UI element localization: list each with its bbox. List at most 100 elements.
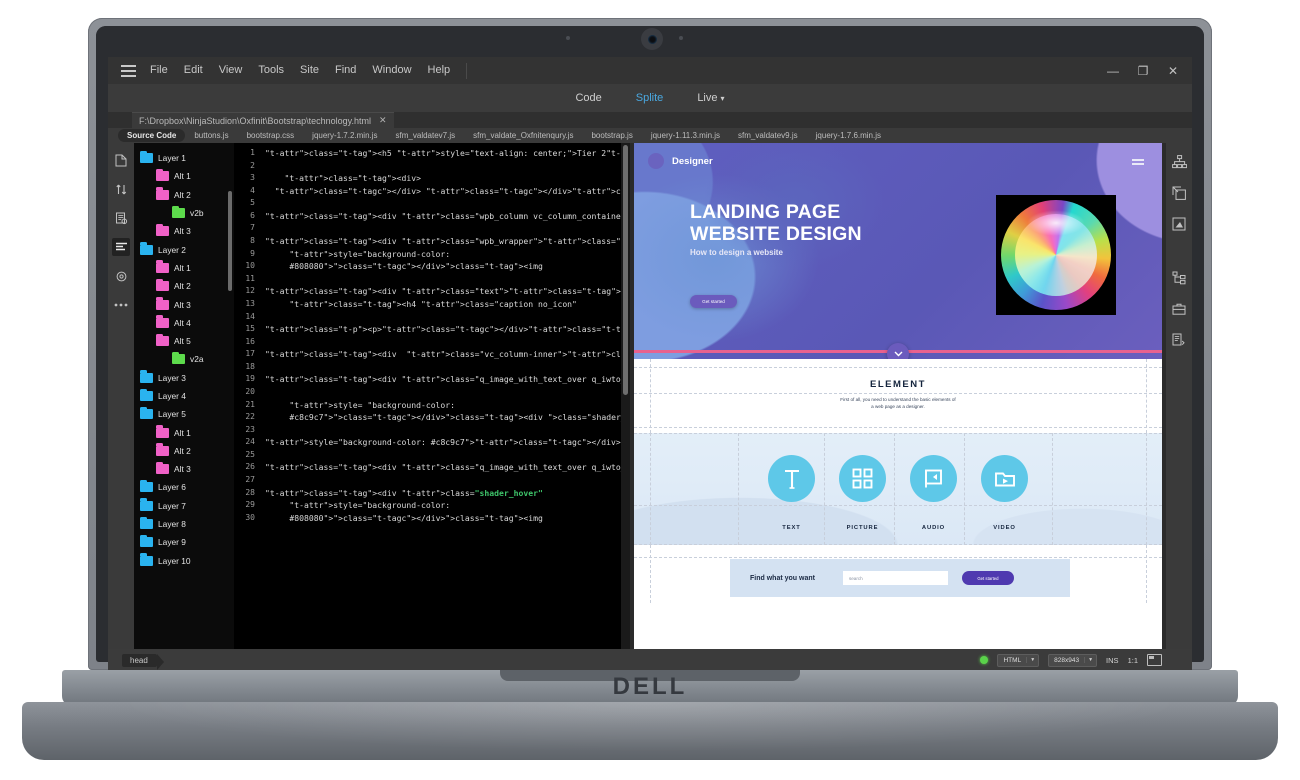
- folder-icon: [156, 278, 169, 292]
- inspect-code-icon[interactable]: [112, 209, 130, 227]
- layer-item[interactable]: Layer 8: [134, 515, 234, 533]
- format-lines-icon[interactable]: [112, 238, 130, 256]
- tab-live-view[interactable]: Live ▾: [697, 92, 724, 104]
- insert-panel-icon[interactable]: [1170, 184, 1188, 202]
- tab-live-view-label: Live: [697, 92, 718, 104]
- document-tab[interactable]: F:\Dropbox\NinjaStudion\Oxfinit\Bootstra…: [132, 112, 394, 128]
- layer-item[interactable]: Alt 5: [134, 332, 234, 350]
- file-icon[interactable]: [112, 151, 130, 169]
- doc-type-selector[interactable]: HTML ▼: [997, 653, 1040, 667]
- related-file-6[interactable]: bootstrap.js: [582, 129, 641, 142]
- live-preview-icon[interactable]: [112, 267, 130, 285]
- close-button[interactable]: ✕: [1158, 57, 1188, 84]
- search-input[interactable]: search: [842, 571, 948, 585]
- assets-icon[interactable]: [1170, 300, 1188, 318]
- related-file-3[interactable]: jquery-1.7.2.min.js: [303, 129, 386, 142]
- layer-item[interactable]: Layer 10: [134, 552, 234, 570]
- layers-scrollbar[interactable]: [228, 191, 232, 291]
- sort-arrows-icon[interactable]: [112, 180, 130, 198]
- line-number: 15: [245, 324, 255, 334]
- menu-window[interactable]: Window: [364, 57, 419, 84]
- find-cta-button[interactable]: Get started: [961, 571, 1014, 585]
- code-editor[interactable]: 1 2 3 4 5 6 7 8 9 10 11 12 13 14 15 16 17 18 19 20 21 22 23 24 2…: [234, 143, 630, 665]
- code-scrollbar-thumb[interactable]: [623, 145, 628, 395]
- layer-item[interactable]: Alt 1: [134, 423, 234, 441]
- app-menu-icon[interactable]: [114, 64, 142, 77]
- layer-item-label: Layer 10: [158, 555, 191, 566]
- menu-tools[interactable]: Tools: [250, 57, 292, 84]
- layer-item[interactable]: Alt 4: [134, 314, 234, 332]
- layer-item[interactable]: Alt 3: [134, 222, 234, 240]
- layer-item[interactable]: Layer 4: [134, 387, 234, 405]
- layer-item[interactable]: Alt 2: [134, 186, 234, 204]
- line-number: 11: [245, 273, 255, 283]
- related-file-7[interactable]: jquery-1.11.3.min.js: [642, 129, 729, 142]
- minimize-button[interactable]: —: [1098, 57, 1128, 84]
- insert-mode-label: INS: [1106, 655, 1119, 665]
- layers-panel[interactable]: Layer 1 Alt 1 Alt 2 v2b Alt 3 Layer 2 Alt 1 Alt…: [134, 143, 234, 665]
- menu-edit[interactable]: Edit: [176, 57, 211, 84]
- more-options-icon[interactable]: [112, 296, 130, 314]
- element-item-video[interactable]: VIDEO: [981, 455, 1028, 531]
- layer-item[interactable]: Layer 3: [134, 369, 234, 387]
- layer-item[interactable]: Alt 3: [134, 460, 234, 478]
- rendered-web-page: Designer LANDING PAGE WEBSITE DESIGN How…: [634, 143, 1162, 665]
- tab-split-view[interactable]: Splite: [636, 92, 664, 104]
- element-item-picture[interactable]: PICTURE: [839, 455, 886, 531]
- layer-item[interactable]: Layer 2: [134, 240, 234, 258]
- element-item-audio[interactable]: AUDIO: [910, 455, 957, 531]
- layer-item[interactable]: Layer 5: [134, 405, 234, 423]
- live-preview-pane[interactable]: Designer LANDING PAGE WEBSITE DESIGN How…: [630, 143, 1166, 665]
- layer-item[interactable]: v2b: [134, 204, 234, 222]
- chevron-down-icon[interactable]: [887, 343, 909, 359]
- laptop-base-highlight: [22, 702, 1278, 760]
- line-number: 14: [245, 311, 255, 321]
- related-file-4[interactable]: sfm_valdatev7.js: [387, 129, 465, 142]
- window-size-selector[interactable]: 828x943 ▼: [1048, 653, 1098, 667]
- element-section-title: ELEMENT: [870, 379, 926, 390]
- sitemap-icon[interactable]: [1170, 153, 1188, 171]
- layer-item[interactable]: Alt 3: [134, 295, 234, 313]
- layer-item[interactable]: Alt 2: [134, 442, 234, 460]
- device-preview-icon[interactable]: [1147, 654, 1162, 666]
- text-t-icon: [768, 455, 815, 502]
- menu-site[interactable]: Site: [292, 57, 327, 84]
- menu-view[interactable]: View: [211, 57, 251, 84]
- code-scrollbar-track[interactable]: [621, 143, 630, 665]
- element-item-text[interactable]: TEXT: [768, 455, 815, 531]
- related-file-9[interactable]: jquery-1.7.6.min.js: [807, 129, 890, 142]
- code-text-area[interactable]: "t-attr">class="t-tag"><h5 "t-attr">styl…: [260, 143, 630, 665]
- menu-file[interactable]: File: [142, 57, 176, 84]
- layer-item[interactable]: Alt 1: [134, 167, 234, 185]
- menu-help[interactable]: Help: [420, 57, 459, 84]
- menu-find[interactable]: Find: [327, 57, 364, 84]
- layer-item[interactable]: Layer 6: [134, 478, 234, 496]
- tab-code-view[interactable]: Code: [575, 92, 601, 104]
- snippets-icon[interactable]: [1170, 331, 1188, 349]
- layer-item[interactable]: Layer 9: [134, 533, 234, 551]
- line-number: 12: [245, 286, 255, 296]
- layer-item[interactable]: v2a: [134, 350, 234, 368]
- layer-item[interactable]: Alt 1: [134, 259, 234, 277]
- related-file-source-code[interactable]: Source Code: [118, 129, 186, 142]
- related-file-8[interactable]: sfm_valdatev9.js: [729, 129, 807, 142]
- code-line: #808080">">class="t-tagc"></div>">class=…: [265, 512, 543, 523]
- window-size-label: 828x943: [1054, 656, 1080, 664]
- layer-item[interactable]: Layer 1: [134, 149, 234, 167]
- hero-cta-button[interactable]: Get started: [690, 295, 737, 308]
- dom-tree-icon[interactable]: [1170, 269, 1188, 287]
- related-file-1[interactable]: buttons.js: [185, 129, 237, 142]
- code-line: "t-attr">class="t-tag"><div "t-attr">cla…: [265, 210, 626, 221]
- layer-item-label: Layer 8: [158, 519, 186, 530]
- hamburger-icon[interactable]: [1132, 159, 1144, 167]
- layer-item[interactable]: Alt 2: [134, 277, 234, 295]
- restore-button[interactable]: ❐: [1128, 57, 1158, 84]
- line-number: 27: [245, 475, 255, 485]
- related-file-2[interactable]: bootstrap.css: [238, 129, 304, 142]
- related-file-5[interactable]: sfm_valdate_Oxfnitenqury.js: [464, 129, 582, 142]
- tag-breadcrumb[interactable]: head: [122, 653, 164, 670]
- layer-item[interactable]: Layer 7: [134, 497, 234, 515]
- css-designer-icon[interactable]: [1170, 215, 1188, 233]
- close-icon[interactable]: ✕: [379, 115, 387, 126]
